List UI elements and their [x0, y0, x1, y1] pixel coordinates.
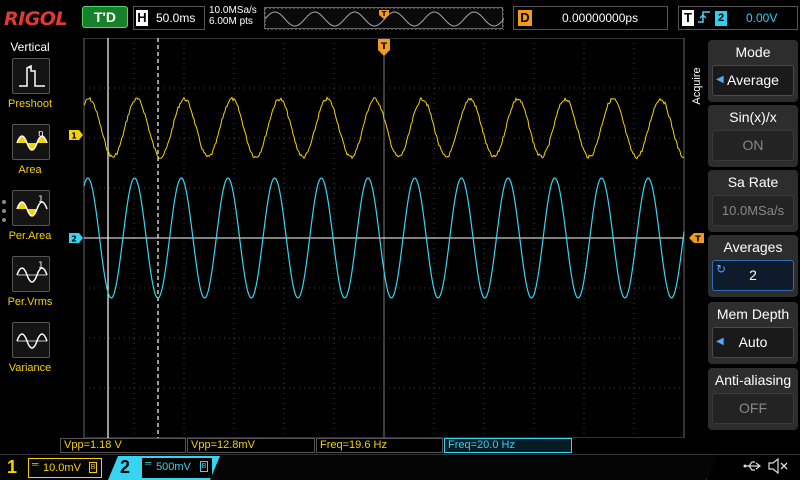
ch1-number[interactable]: 1	[7, 457, 17, 478]
menu-button-anti-aliasing[interactable]: Anti-aliasing OFF	[708, 368, 798, 430]
trigger-label: T	[682, 10, 694, 26]
ch2-scale-box: ═ 500mV B	[142, 458, 212, 478]
delay-value: 0.00000000ps	[562, 11, 639, 25]
menu-button-title: Sa Rate	[727, 174, 779, 190]
rotate-knob-icon: ↻	[716, 262, 727, 276]
timeline-waveform: T	[265, 8, 504, 30]
menu-button-sinx[interactable]: Sin(x)/x ON	[708, 105, 798, 167]
menu-button-title: Sin(x)/x	[729, 109, 777, 125]
memory-depth: 6.00M pts	[209, 16, 253, 27]
dc-coupling-icon: ═	[32, 459, 39, 469]
waveform-display[interactable]: 1 2 T T	[60, 38, 706, 438]
trigger-level-label: T	[695, 235, 701, 244]
sidebar-item-area[interactable]: n Area	[0, 124, 60, 186]
menu-button-averages[interactable]: Averages ↻ 2	[708, 235, 798, 297]
ch1-scale: 10.0mV	[43, 462, 81, 474]
measurement-item[interactable]: Freq=19.6 Hz	[316, 438, 443, 453]
trigger-position-label: T	[381, 42, 388, 52]
delay-label: D	[518, 10, 532, 26]
trigger-source: 2	[715, 11, 727, 26]
measurement-sidebar: Vertical Preshoot n Area 1 Per.Area 1 Pe…	[0, 38, 60, 454]
ch1-marker-label: 1	[71, 132, 77, 141]
variance-icon	[12, 322, 50, 358]
dc-coupling-icon: ═	[145, 458, 152, 468]
sidebar-item-preshoot[interactable]: Preshoot	[0, 58, 60, 120]
measurement-item[interactable]: Vpp=12.8mV	[187, 438, 315, 453]
menu-button-mode[interactable]: Mode ◀ Average	[708, 40, 798, 102]
waveform-grid: 1 2 T T	[69, 38, 704, 438]
speaker-mute-icon[interactable]	[767, 457, 789, 477]
svg-text:1: 1	[38, 195, 44, 205]
left-arrow-icon: ◀	[716, 336, 724, 347]
menu-button-title: Mode	[735, 44, 771, 60]
left-arrow-icon: ◀	[716, 74, 724, 85]
channel-status-bar: 1 ═ 10.0mV B 2 ═ 500mV B	[0, 454, 800, 480]
menu-button-value[interactable]: ↻ 2	[712, 260, 794, 291]
sidebar-item-label: Per.Area	[8, 230, 52, 242]
menu-button-sample-rate[interactable]: Sa Rate 10.0MSa/s	[708, 170, 798, 232]
delay-box[interactable]: D 0.00000000ps	[513, 6, 668, 30]
acquisition-info: 10.0MSa/s 6.00M pts	[209, 5, 257, 27]
menu-button-title: Averages	[723, 239, 783, 255]
svg-text:1: 1	[38, 261, 44, 271]
timebase-label: H	[136, 10, 148, 26]
menu-button-mem-depth[interactable]: Mem Depth ◀ Auto	[708, 302, 798, 364]
sidebar-item-label: Variance	[8, 362, 52, 374]
ch1-scale-box[interactable]: ═ 10.0mV B	[28, 458, 102, 478]
period-area-icon: 1	[12, 190, 50, 226]
top-status-bar: RIGOL T'D H 50.0ms 10.0MSa/s 6.00M pts T…	[0, 0, 800, 38]
ch2-marker-label: 2	[71, 235, 77, 244]
sample-rate: 10.0MSa/s	[209, 5, 257, 16]
area-icon: n	[12, 124, 50, 160]
sidebar-item-variance[interactable]: Variance	[0, 322, 60, 384]
ch2-ground-marker[interactable]: 2	[69, 233, 83, 244]
trigger-box[interactable]: T 2 0.00V	[678, 6, 798, 30]
measurement-item[interactable]: Vpp=1.18 V	[60, 438, 186, 453]
acquire-menu: Acquire Mode ◀ Average Sin(x)/x ON Sa Ra…	[691, 38, 800, 454]
sidebar-item-label: Area	[18, 164, 42, 176]
ch2-number: 2	[120, 457, 131, 477]
sidebar-title: Vertical	[10, 40, 50, 54]
ch2-scale: 500mV	[156, 461, 191, 473]
menu-button-title: Mem Depth	[716, 306, 790, 322]
menu-button-value: ON	[712, 130, 794, 161]
timeline-trigger-label: T	[382, 10, 387, 18]
bandwidth-limit-icon: B	[89, 462, 97, 473]
period-vrms-icon: 1	[12, 256, 50, 292]
measurement-item[interactable]: Freq=20.0 Hz	[444, 438, 572, 453]
sidebar-item-label: Preshoot	[7, 98, 53, 110]
menu-button-value: ◀ Average	[712, 65, 794, 96]
trigger-level-marker[interactable]: T	[689, 233, 704, 244]
rising-edge-icon	[697, 9, 711, 28]
usb-icon	[743, 459, 763, 476]
ch2-tab[interactable]: 2 ═ 500mV B	[108, 456, 220, 480]
svg-text:n: n	[38, 129, 44, 139]
trigger-level: 0.00V	[746, 11, 778, 25]
sidebar-item-label: Per.Vrms	[7, 296, 53, 308]
sidebar-item-per-vrms[interactable]: 1 Per.Vrms	[0, 256, 60, 318]
memory-timeline[interactable]: T	[264, 7, 504, 30]
system-status-area	[706, 455, 800, 480]
bandwidth-limit-icon: B	[201, 463, 207, 470]
preshoot-icon	[12, 58, 50, 94]
menu-button-value: 10.0MSa/s	[712, 195, 794, 226]
brand-logo: RIGOL	[4, 8, 68, 30]
timebase-value: 50.0ms	[156, 11, 196, 25]
menu-button-value: ◀ Auto	[712, 327, 794, 358]
run-status-badge[interactable]: T'D	[82, 6, 128, 28]
sidebar-item-per-area[interactable]: 1 Per.Area	[0, 190, 60, 252]
menu-button-value: OFF	[712, 393, 794, 424]
ch1-ground-marker[interactable]: 1	[69, 130, 83, 141]
menu-tab-acquire: Acquire	[691, 67, 703, 105]
menu-button-title: Anti-aliasing	[714, 372, 792, 388]
measurement-bar: Vpp=1.18 V Vpp=12.8mV Freq=19.6 Hz Freq=…	[60, 438, 706, 454]
timebase-box[interactable]: H 50.0ms	[133, 6, 205, 30]
